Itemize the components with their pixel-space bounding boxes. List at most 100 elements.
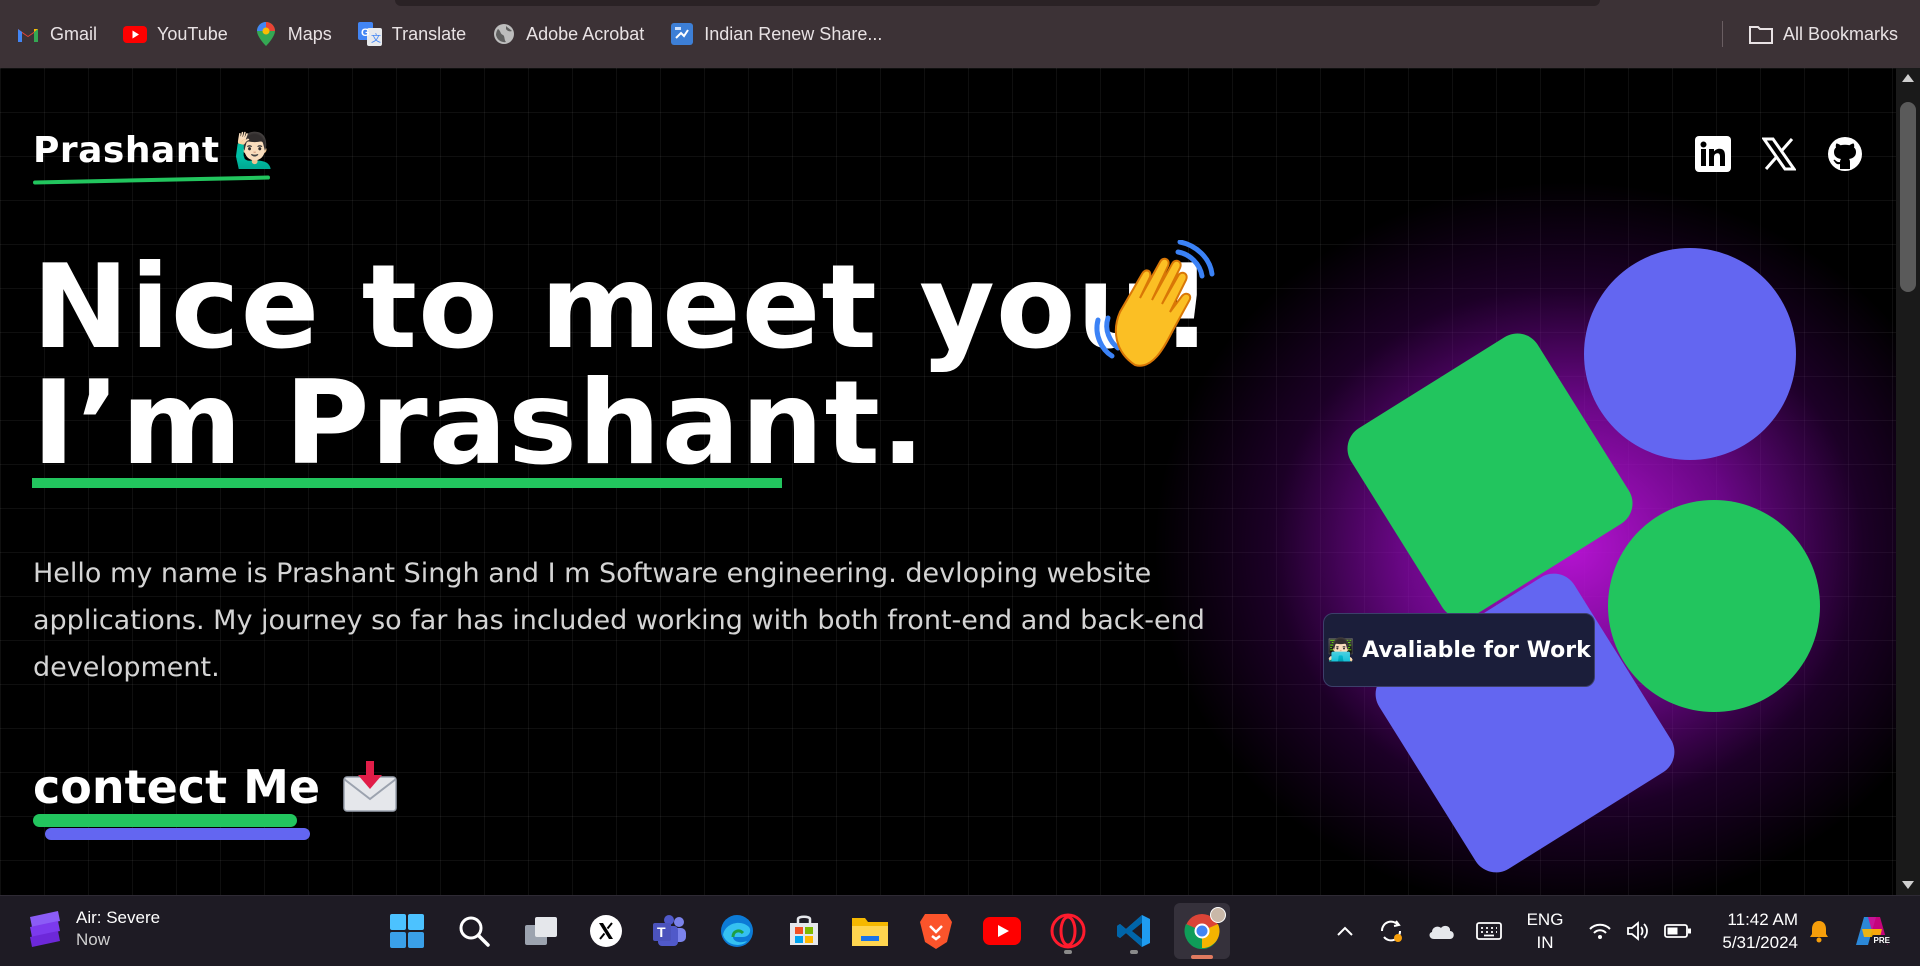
weather-title: Air: Severe — [76, 908, 161, 927]
onedrive-tray-button[interactable] — [1426, 908, 1456, 954]
clock-button[interactable]: 11:42 AM 5/31/2024 — [1706, 908, 1798, 954]
clock-date: 5/31/2024 — [1722, 933, 1798, 952]
bookmark-translate[interactable]: G文 Translate — [357, 14, 467, 54]
windows-taskbar: Air: Severe Now T ENG IN 11:42 AM 5/31/2… — [0, 895, 1920, 966]
taskbar-teams-app[interactable]: T — [647, 908, 693, 954]
task-view-button[interactable] — [518, 908, 564, 954]
page-scrollbar[interactable] — [1896, 68, 1920, 895]
bookmark-maps[interactable]: Maps — [254, 14, 332, 54]
cloud-icon — [1429, 925, 1454, 939]
search-button[interactable] — [451, 908, 497, 954]
available-for-work-badge[interactable]: 👨🏻‍💻 Avaliable for Work — [1323, 613, 1595, 687]
search-icon — [459, 916, 490, 947]
profile-avatar — [1210, 907, 1226, 923]
vscode-icon — [1117, 915, 1150, 947]
bookmark-label: YouTube — [157, 23, 228, 44]
logo-text: Prashant — [33, 130, 220, 171]
weather-widget[interactable]: Air: Severe Now — [28, 908, 160, 950]
taskbar-vscode-app[interactable] — [1111, 908, 1157, 954]
taskbar-x-app[interactable] — [583, 908, 629, 954]
taskbar-youtube-app[interactable] — [979, 908, 1025, 954]
sync-icon — [1380, 920, 1402, 942]
battery-icon — [1664, 924, 1691, 938]
svg-text:文: 文 — [371, 32, 381, 45]
taskbar-brave-app[interactable] — [913, 908, 959, 954]
youtube-icon — [123, 22, 148, 46]
wifi-icon — [1589, 923, 1611, 939]
svg-text:PRE: PRE — [1874, 936, 1891, 945]
language-code: ENG — [1526, 910, 1564, 929]
youtube-app-icon — [983, 917, 1021, 945]
scroll-down-arrow-icon[interactable] — [1902, 881, 1914, 889]
svg-text:G: G — [361, 27, 370, 39]
touch-keyboard-button[interactable] — [1474, 908, 1504, 954]
keyboard-icon — [1476, 922, 1502, 940]
sync-tray-button[interactable] — [1376, 908, 1406, 954]
folder-app-icon — [852, 918, 888, 946]
running-indicator — [1130, 950, 1138, 954]
task-view-icon — [525, 917, 557, 945]
folder-icon — [1748, 24, 1773, 44]
brave-lion-icon — [920, 914, 952, 949]
notifications-button[interactable] — [1804, 908, 1834, 954]
raising-hand-emoji-icon: 🙋🏻‍♂️ — [233, 130, 276, 171]
clock-time: 11:42 AM — [1727, 910, 1798, 929]
waving-hand-icon — [1094, 240, 1215, 367]
copilot-button[interactable]: PRE — [1852, 908, 1892, 954]
linkedin-link[interactable] — [1693, 134, 1733, 174]
hero-heading-line2: I’m Prashant. — [32, 356, 926, 491]
contact-underline-green — [33, 814, 297, 827]
language-indicator[interactable]: ENG IN — [1520, 908, 1570, 954]
bookmark-gmail[interactable]: Gmail — [16, 14, 97, 54]
start-button[interactable] — [384, 908, 430, 954]
scroll-thumb[interactable] — [1900, 102, 1916, 292]
bookmark-label: Gmail — [50, 23, 98, 44]
taskbar-store-app[interactable] — [781, 908, 827, 954]
bookmark-adobe-acrobat[interactable]: Adobe Acrobat — [492, 14, 644, 54]
linkedin-icon — [1695, 136, 1731, 172]
hero-description: Hello my name is Prashant Singh and I m … — [33, 558, 1205, 683]
bookmark-indian-renew-share[interactable]: Indian Renew Share... — [670, 14, 882, 54]
bookmarks-bar: Gmail YouTube Maps G文 Translate Adobe Ac… — [0, 0, 1920, 68]
show-hidden-icons-button[interactable] — [1330, 908, 1360, 954]
contact-me-link[interactable]: contect Me — [33, 760, 398, 814]
scroll-up-arrow-icon[interactable] — [1902, 74, 1914, 82]
bookmark-label: Adobe Acrobat — [526, 23, 645, 44]
bookmarks-divider — [1721, 21, 1723, 47]
chevron-up-icon — [1337, 926, 1353, 936]
x-twitter-link[interactable] — [1759, 134, 1799, 174]
running-indicator — [1064, 950, 1072, 954]
region-code: IN — [1536, 933, 1554, 952]
bookmark-label: Translate — [391, 23, 467, 44]
blue-circle-shape — [1584, 248, 1796, 460]
site-logo[interactable]: Prashant 🙋🏻‍♂️ — [33, 130, 276, 171]
x-app-icon — [590, 915, 622, 947]
weather-subtitle: Now — [76, 930, 111, 949]
green-circle-shape — [1608, 500, 1820, 712]
teams-icon: T — [653, 915, 686, 946]
taskbar-edge-app[interactable] — [714, 908, 760, 954]
github-icon — [1828, 137, 1862, 171]
taskbar-file-explorer[interactable] — [847, 908, 893, 954]
globe-icon — [492, 22, 516, 46]
x-twitter-icon — [1762, 137, 1796, 171]
taskbar-chrome-app[interactable] — [1174, 903, 1230, 959]
quick-settings-button[interactable] — [1588, 908, 1692, 954]
air-quality-icon — [30, 911, 60, 947]
github-link[interactable] — [1825, 134, 1865, 174]
all-bookmarks-label: All Bookmarks — [1782, 23, 1898, 44]
hero-heading-line1: Nice to meet you! — [32, 240, 1215, 375]
microsoft-store-icon — [790, 915, 818, 945]
share-icon — [670, 22, 694, 46]
tab-strip-edge — [395, 0, 1600, 6]
logo-underline — [32, 175, 271, 185]
all-bookmarks-button[interactable]: All Bookmarks — [1721, 14, 1898, 54]
bookmark-label: Maps — [287, 23, 332, 44]
taskbar-opera-app[interactable] — [1045, 908, 1091, 954]
bookmark-youtube[interactable]: YouTube — [123, 14, 228, 54]
name-underline — [32, 478, 782, 488]
contact-me-label: contect Me — [33, 760, 321, 814]
maps-icon — [254, 22, 278, 46]
windows-start-icon — [390, 914, 424, 948]
copilot-icon: PRE — [1856, 917, 1891, 945]
